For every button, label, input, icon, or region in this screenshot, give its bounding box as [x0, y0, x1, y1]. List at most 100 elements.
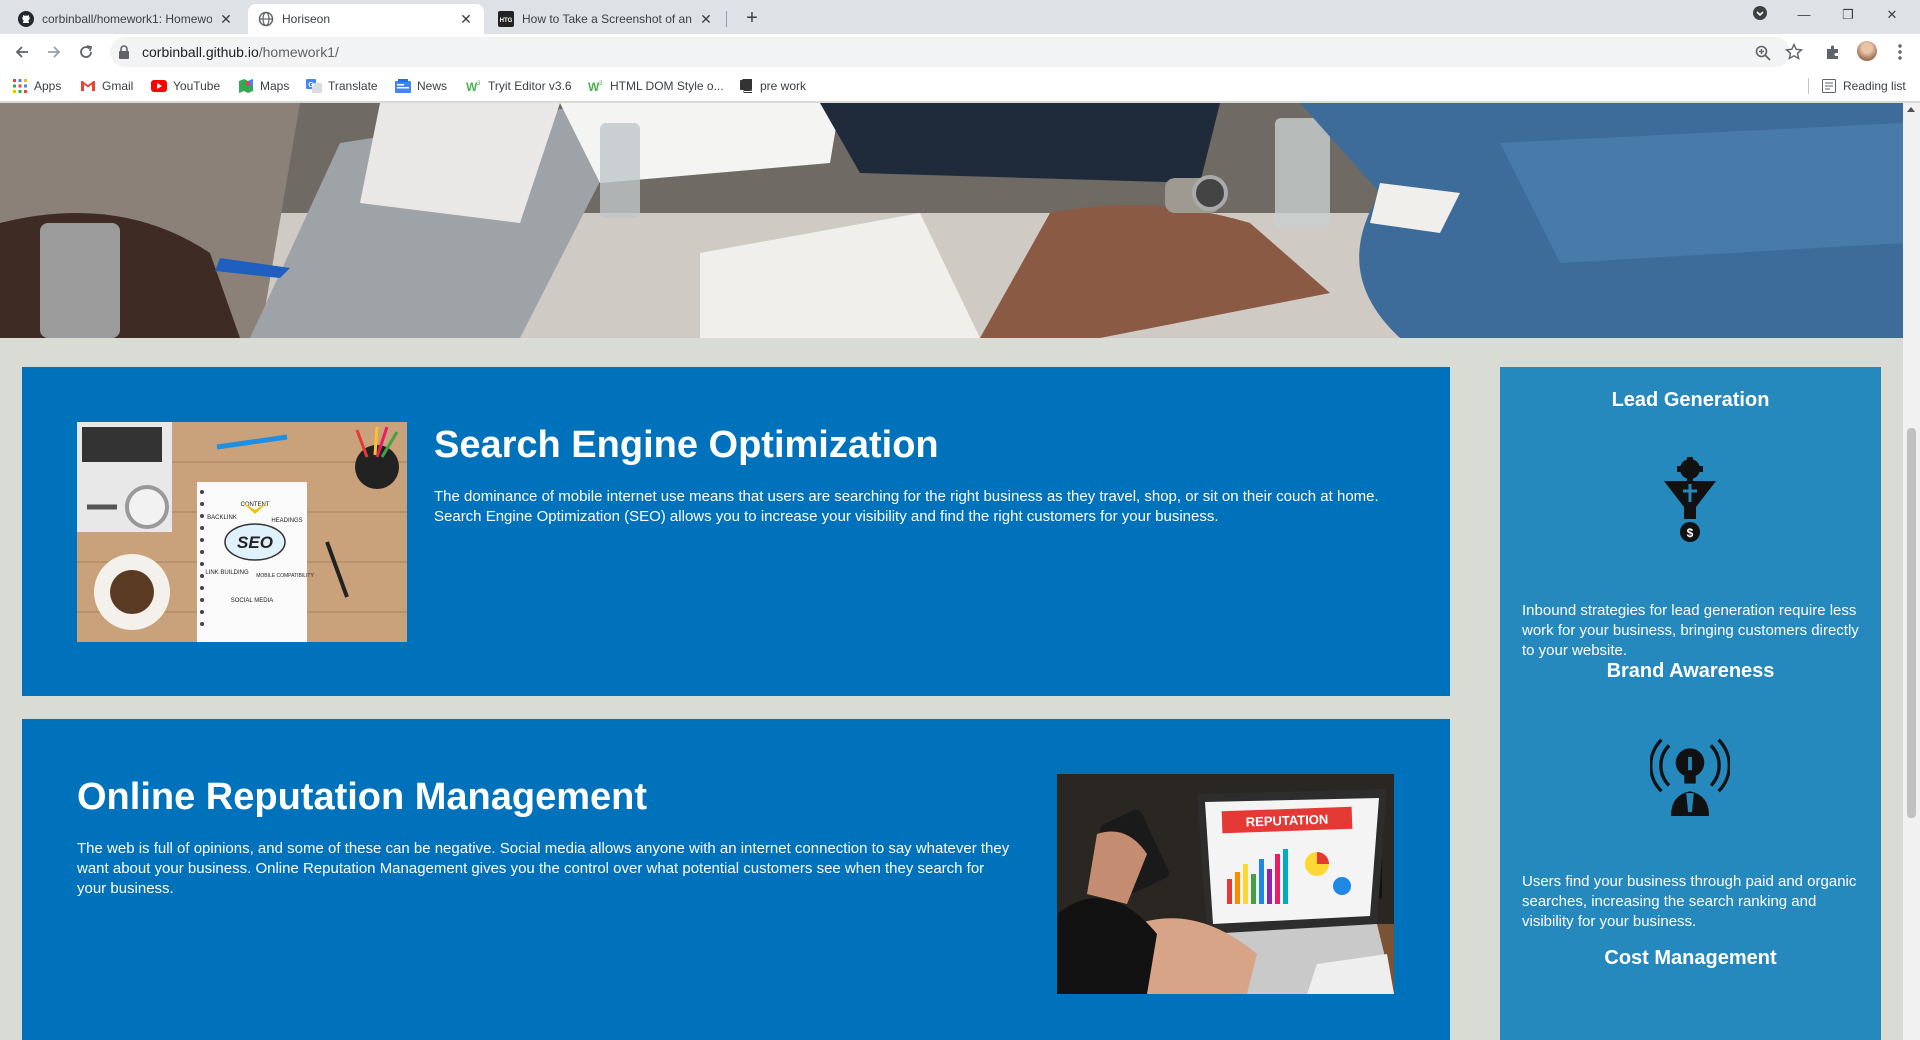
bookmark-maps[interactable]: Maps	[238, 78, 289, 94]
svg-text:G: G	[308, 82, 314, 89]
restore-icon[interactable]: ❐	[1826, 5, 1870, 25]
tab-search-icon[interactable]	[1738, 5, 1782, 27]
url-text: corbinball.github.io/homework1/	[142, 44, 339, 60]
bookmark-label: pre work	[760, 79, 807, 93]
bookmark-news[interactable]: News	[395, 78, 447, 94]
tab-title: How to Take a Screenshot of an E	[522, 12, 692, 26]
seo-image-mobile-label: MOBILE COMPATIBILITY	[256, 573, 314, 579]
bookmark-html-dom[interactable]: W3 HTML DOM Style o...	[588, 78, 724, 94]
reading-list-button[interactable]: Reading list	[1821, 78, 1906, 94]
tab-github[interactable]: corbinball/homework1: Homewo ✕	[8, 4, 244, 34]
svg-text:3: 3	[599, 81, 603, 87]
scrollbar-thumb[interactable]	[1907, 428, 1916, 818]
page-scrollbar[interactable]	[1903, 103, 1920, 1040]
bookmark-gmail[interactable]: Gmail	[80, 78, 133, 94]
lead-generation-funnel-icon: $	[1650, 457, 1730, 547]
back-arrow-icon[interactable]	[10, 40, 34, 64]
tab-htg[interactable]: HTG How to Take a Screenshot of an E ✕	[488, 4, 724, 34]
zoom-icon[interactable]	[1754, 44, 1772, 62]
bookmark-apps[interactable]: Apps	[12, 78, 61, 94]
svg-text:HTG: HTG	[500, 18, 513, 24]
svg-text:3: 3	[477, 81, 481, 87]
reading-list-label: Reading list	[1843, 79, 1906, 93]
url-host: corbinball.github.io	[142, 44, 259, 60]
seo-title: Search Engine Optimization	[434, 424, 939, 466]
gmail-icon	[80, 78, 96, 94]
url-path: /homework1/	[258, 44, 339, 60]
tab-title: Horiseon	[282, 12, 331, 26]
orm-text: The web is full of opinions, and some of…	[77, 840, 1010, 897]
cost-management-title: Cost Management	[1604, 947, 1777, 969]
menu-kebab-icon[interactable]	[1890, 42, 1910, 62]
tab-horiseon[interactable]: Horiseon ✕	[248, 4, 484, 34]
bookmark-translate[interactable]: G Translate	[306, 78, 378, 94]
github-icon	[18, 11, 34, 27]
apps-grid-icon	[12, 78, 28, 94]
scroll-up-icon[interactable]	[1907, 107, 1915, 112]
seo-image-content-label: CONTENT	[241, 502, 270, 508]
seo-image-social-label: SOCIAL MEDIA	[231, 598, 273, 604]
bookmark-label: Tryit Editor v3.6	[488, 79, 572, 93]
bookmark-label: Maps	[260, 79, 290, 93]
orm-image-label: REPUTATION	[1245, 812, 1328, 830]
bookmark-label: HTML DOM Style o...	[610, 79, 724, 93]
hero-image	[0, 103, 1903, 338]
youtube-icon	[151, 78, 167, 94]
tab-strip: corbinball/homework1: Homewo ✕ Horiseon …	[0, 0, 1920, 34]
reload-icon[interactable]	[74, 40, 98, 64]
browser-toolbar: corbinball.github.io/homework1/	[0, 34, 1920, 70]
tab-separator	[726, 11, 727, 27]
orm-image: REPUTATION	[1057, 774, 1394, 994]
benefits-aside: Lead Generation $ Inbound strategies for…	[1500, 367, 1881, 1040]
reading-list-icon	[1821, 78, 1837, 94]
seo-image-backlink-label: BACKLINK	[207, 515, 237, 521]
brand-awareness-bulb-icon	[1650, 730, 1730, 820]
seo-text: The dominance of mobile internet use mea…	[434, 488, 1379, 525]
bookmarks-bar: Apps Gmail YouTube Maps G Translate News…	[0, 70, 1920, 102]
bookmark-label: Apps	[34, 79, 62, 93]
globe-icon	[258, 11, 274, 27]
brand-awareness-title: Brand Awareness	[1606, 660, 1775, 682]
brand-awareness-text: Users find your business through paid an…	[1522, 873, 1857, 930]
orm-title: Online Reputation Management	[77, 776, 648, 818]
forward-arrow-icon[interactable]	[42, 40, 66, 64]
minimize-icon[interactable]: —	[1782, 5, 1826, 25]
translate-icon: G	[306, 78, 322, 94]
close-icon[interactable]: ✕	[218, 11, 234, 28]
orm-card: Online Reputation Management The web is …	[22, 719, 1450, 1040]
new-tab-plus-icon[interactable]: +	[738, 5, 766, 33]
bookmark-label: Translate	[328, 79, 378, 93]
w3schools-icon: W3	[588, 78, 604, 94]
bookmark-star-icon[interactable]	[1784, 42, 1804, 62]
hero-photo	[0, 103, 1903, 338]
close-window-icon[interactable]: ✕	[1870, 5, 1914, 25]
lock-icon	[118, 45, 130, 64]
tab-title: corbinball/homework1: Homewo	[42, 12, 212, 26]
bookmark-label: Gmail	[102, 79, 134, 93]
seo-image-headings-label: HEADINGS	[271, 518, 302, 524]
seo-image-link-building-label: LINK BUILDING	[205, 570, 249, 576]
bookmark-label: YouTube	[173, 79, 221, 93]
lead-generation-title: Lead Generation	[1611, 389, 1770, 411]
svg-text:$: $	[1687, 526, 1694, 540]
bookmark-pre-work[interactable]: pre work	[738, 78, 806, 94]
close-icon[interactable]: ✕	[458, 11, 474, 28]
profile-avatar[interactable]	[1857, 41, 1877, 61]
bookmark-youtube[interactable]: YouTube	[151, 78, 220, 94]
bookmark-tryit[interactable]: W3 Tryit Editor v3.6	[466, 78, 572, 94]
bookmark-label: News	[417, 79, 448, 93]
seo-card: SEO CONTENT BACKLINK HEADINGS LINK BUILD…	[22, 367, 1450, 696]
maps-icon	[238, 78, 254, 94]
htg-icon: HTG	[498, 11, 514, 27]
seo-image: SEO CONTENT BACKLINK HEADINGS LINK BUILD…	[77, 422, 407, 642]
notebook-icon	[738, 78, 754, 94]
seo-image-main-label: SEO	[237, 533, 273, 552]
page-viewport: SEO CONTENT BACKLINK HEADINGS LINK BUILD…	[0, 103, 1903, 1040]
lead-generation-text: Inbound strategies for lead generation r…	[1522, 602, 1859, 659]
extensions-puzzle-icon[interactable]	[1823, 42, 1843, 62]
w3schools-icon: W3	[466, 78, 482, 94]
bookmarks-divider	[1808, 78, 1809, 94]
close-icon[interactable]: ✕	[698, 11, 714, 28]
address-bar[interactable]: corbinball.github.io/homework1/	[110, 37, 1790, 67]
news-icon	[395, 78, 411, 94]
